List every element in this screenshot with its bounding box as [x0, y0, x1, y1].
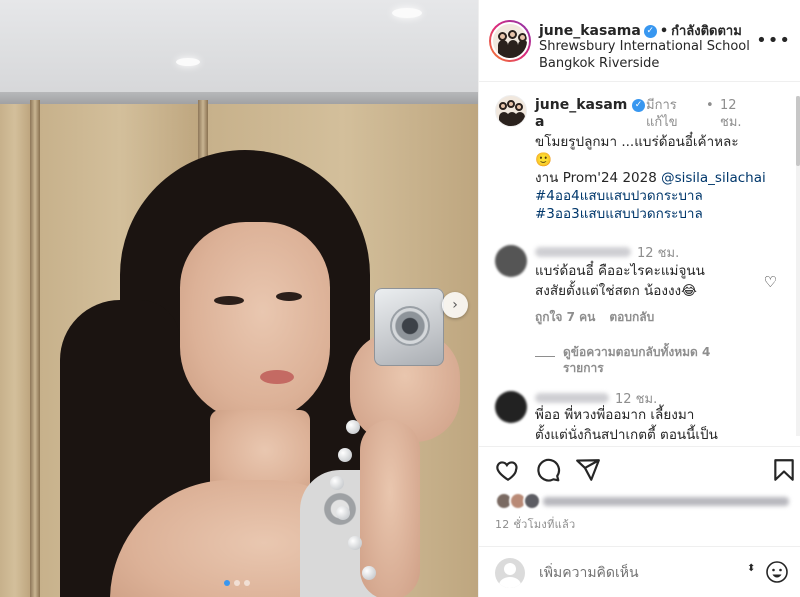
comment-username[interactable] — [535, 393, 609, 403]
stall-edge — [30, 100, 40, 597]
more-options-button[interactable]: ••• — [756, 30, 791, 51]
hashtag-link[interactable]: #3ออ3แสบแสบปวดกระบาล — [535, 205, 785, 223]
caption-mention-link[interactable]: @sisila_silachai — [661, 170, 766, 186]
view-replies-line-2: รายการ — [563, 361, 604, 375]
stall-door — [0, 104, 30, 597]
carousel-dot-2 — [234, 580, 240, 586]
camera-strap-bead — [346, 420, 360, 434]
caption-text: ขโมยรูปลูกมา ...แบร่ด้อนอี๋เค้าหละ 🙂 งาน… — [535, 133, 785, 223]
caption-emoji: 🙂 — [535, 152, 552, 168]
avatar-story-ring[interactable] — [489, 20, 531, 62]
photo-ceiling — [0, 0, 478, 96]
comment-avatar[interactable] — [495, 391, 527, 423]
camera-lens — [390, 306, 430, 346]
hashtag-link[interactable]: #4ออ4แสบแสบปวดกระบาล — [535, 187, 785, 205]
camera-strap-bead — [362, 566, 376, 580]
resize-icon: ⬍ — [747, 563, 756, 574]
post-header: june_kasama ✓ • กำลังติดตาม Shrewsbury Inte… — [479, 0, 800, 82]
header-username[interactable]: june_kasama — [539, 23, 641, 39]
add-comment-bar: ⬍ — [479, 546, 800, 597]
comment-text-line-1: แบร่ด้อนอี๋ คืออะไรคะแม่จูนน — [535, 263, 705, 279]
location-link[interactable]: Shrewsbury International School Bangkok … — [539, 38, 759, 72]
comment-time[interactable]: 12 ชม. — [637, 242, 679, 263]
avatar — [491, 22, 529, 60]
comment-text-line-2: สงสัยตั้งแต่ใช่สตก น้องงง😂 — [535, 283, 697, 299]
view-replies-line-1: ดูข้อความตอบกลับทั้งหมด 4 — [563, 345, 711, 359]
caption-username-line-2: a — [535, 114, 545, 130]
ceiling-light — [392, 8, 422, 18]
post-side-panel: june_kasama ✓ • กำลังติดตาม Shrewsbury Inte… — [478, 0, 800, 597]
face — [180, 222, 330, 422]
carousel-dot-1 — [224, 580, 230, 586]
following-button[interactable]: กำลังติดตาม — [671, 24, 742, 39]
edited-label-line-1: มีการ — [646, 98, 677, 113]
comment-likes-count[interactable]: ถูกใจ 7 คน — [535, 310, 595, 324]
view-replies-button[interactable]: ดูข้อความตอบกลับทั้งหมด 4 รายการ — [563, 344, 763, 376]
camera-strap-bead — [348, 536, 362, 550]
caption-time[interactable]: • 12 ชม. — [706, 97, 760, 131]
comments-scrollbar[interactable] — [796, 96, 800, 436]
comment-text-line-1: พี่ออ พี่หวงพี่ออมาก เลี้ยงมา — [535, 407, 695, 423]
comment-like-heart-icon[interactable]: ♡ — [764, 273, 777, 291]
emoji-icon[interactable] — [765, 560, 789, 584]
likes-summary-text — [543, 497, 789, 506]
location-line-1: Shrewsbury International School — [539, 39, 750, 54]
comment-icon[interactable] — [535, 457, 561, 483]
verified-badge-icon: ✓ — [643, 24, 657, 38]
comment-meta: ถูกใจ 7 คน ตอบกลับ — [535, 308, 668, 327]
post-photo[interactable]: › — [0, 0, 478, 597]
posted-time[interactable]: 12 ชั่วโมงที่แล้ว — [495, 515, 576, 533]
ceiling-light — [176, 58, 200, 66]
bookmark-icon[interactable] — [771, 457, 797, 483]
current-user-avatar — [495, 558, 525, 588]
carousel-indicator — [224, 580, 250, 586]
lips — [260, 370, 294, 384]
eye — [276, 292, 302, 301]
caption-username-line-1: june_kasam — [535, 97, 628, 113]
edited-label: มีการ แก้ไข — [646, 97, 690, 131]
share-icon[interactable] — [575, 457, 601, 483]
post-action-bar — [479, 446, 800, 490]
reply-button[interactable]: ตอบกลับ — [609, 310, 654, 324]
caption-avatar[interactable] — [495, 95, 527, 127]
camera-strap-bead — [330, 476, 344, 490]
chevron-right-icon: › — [452, 297, 458, 313]
header-separator: • — [659, 24, 669, 39]
caption-time-dot: • — [706, 98, 714, 113]
location-line-2: Bangkok Riverside — [539, 56, 660, 71]
camera-strap-bead — [338, 448, 352, 462]
caption-time-line-1: 12 — [720, 98, 737, 113]
liker-avatar — [523, 492, 541, 510]
caption-line-2: งาน Prom'24 2028 — [535, 170, 662, 186]
comment-text-line-2: ตั้งแต่นั่งกินสปาเกตตี้ ตอนนี้เป็น — [535, 427, 718, 443]
add-comment-input[interactable] — [539, 563, 739, 583]
camera-strap-bead — [336, 506, 350, 520]
comment-username[interactable] — [535, 247, 631, 257]
caption-line-1: ขโมยรูปลูกมา ...แบร่ด้อนอี๋เค้าหละ — [535, 134, 739, 150]
likes-summary[interactable] — [495, 490, 795, 512]
caption-username[interactable]: june_kasam a — [535, 97, 629, 131]
edited-label-line-2: แก้ไข — [646, 115, 678, 130]
carousel-next-button[interactable]: › — [442, 292, 468, 318]
comment-avatar[interactable] — [495, 245, 527, 277]
comments-list[interactable]: june_kasam a ✓ มีการ แก้ไข • 12 ชม. ขโมยร… — [479, 83, 797, 445]
carousel-dot-3 — [244, 580, 250, 586]
comment-text: พี่ออ พี่หวงพี่ออมาก เลี้ยงมา ตั้งแต่นั่… — [535, 405, 765, 445]
scrollbar-thumb[interactable] — [796, 96, 800, 166]
comment-text: แบร่ด้อนอี๋ คืออะไรคะแม่จูนน สงสัยตั้งแต… — [535, 261, 765, 301]
verified-badge-icon: ✓ — [632, 99, 645, 112]
replies-divider — [535, 356, 555, 357]
heart-icon[interactable] — [495, 457, 521, 483]
eye — [214, 296, 244, 305]
caption-time-line-2: ชม. — [720, 115, 742, 130]
camera — [374, 288, 444, 366]
